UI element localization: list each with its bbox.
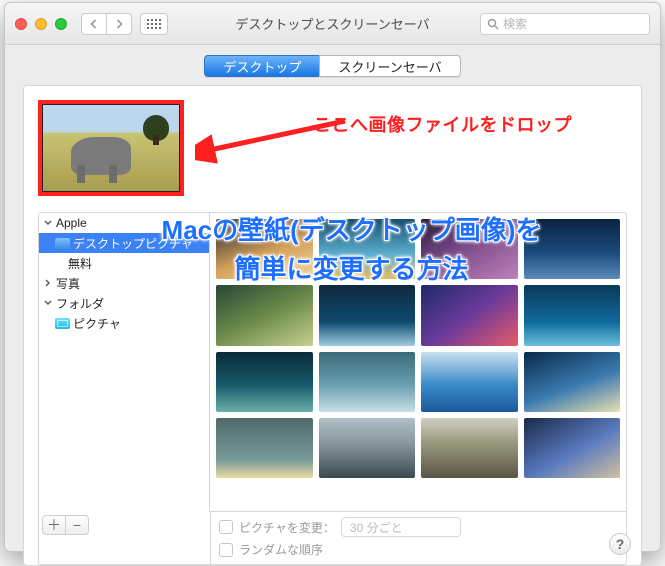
titlebar: デスクトップとスクリーンセーバ 検索 xyxy=(5,3,660,45)
minimize-button[interactable] xyxy=(35,18,47,30)
wallpaper-thumbnail[interactable] xyxy=(524,285,621,345)
random-order-label: ランダムな順序 xyxy=(239,541,323,558)
back-button[interactable] xyxy=(81,13,107,35)
disclosure-down-icon xyxy=(43,299,53,307)
grid-icon xyxy=(147,19,161,29)
wallpaper-thumbnail[interactable] xyxy=(319,285,416,345)
show-all-button[interactable] xyxy=(140,13,168,35)
tab-desktop[interactable]: デスクトップ xyxy=(204,55,320,77)
source-item-label: 無料 xyxy=(68,255,92,272)
current-wallpaper-name: 象 xyxy=(202,139,215,158)
wallpaper-thumbnail[interactable] xyxy=(421,352,518,412)
help-button[interactable]: ? xyxy=(609,533,631,555)
wallpaper-thumbnail[interactable] xyxy=(216,352,313,412)
content-panel: 象 Apple デスクトップピクチャ 無料 写真 xyxy=(23,85,642,566)
wallpaper-thumbnail[interactable] xyxy=(216,285,313,345)
source-item-desktop-pictures[interactable]: デスクトップピクチャ xyxy=(39,233,209,253)
disclosure-down-icon xyxy=(43,219,53,227)
close-button[interactable] xyxy=(15,18,27,30)
preview-dropzone[interactable] xyxy=(38,100,184,196)
zoom-button[interactable] xyxy=(55,18,67,30)
add-folder-button[interactable]: ＋ xyxy=(42,515,66,535)
source-group-folders[interactable]: フォルダ xyxy=(39,293,209,313)
random-order-checkbox[interactable] xyxy=(219,543,233,557)
current-wallpaper-preview xyxy=(43,105,179,191)
source-group-apple[interactable]: Apple xyxy=(39,213,209,233)
forward-button[interactable] xyxy=(106,13,132,35)
source-group-label: フォルダ xyxy=(56,295,104,312)
search-field[interactable]: 検索 xyxy=(480,13,650,35)
source-item-pictures-folder[interactable]: ピクチャ xyxy=(39,313,209,333)
source-item-solid-colors[interactable]: 無料 xyxy=(39,253,209,273)
preferences-window: デスクトップとスクリーンセーバ 検索 デスクトップ スクリーンセーバ 象 xyxy=(4,2,661,552)
wallpaper-thumbnail[interactable] xyxy=(524,352,621,412)
source-item-label: デスクトップピクチャ xyxy=(73,235,193,252)
wallpaper-thumbnail[interactable] xyxy=(319,352,416,412)
change-picture-checkbox[interactable] xyxy=(219,520,233,534)
source-group-label: Apple xyxy=(56,216,87,230)
wallpaper-thumbnail[interactable] xyxy=(524,219,621,279)
change-interval-select[interactable]: 30 分ごと xyxy=(341,517,461,537)
remove-folder-button[interactable]: − xyxy=(65,515,89,535)
folder-icon xyxy=(55,238,70,249)
tab-row: デスクトップ スクリーンセーバ xyxy=(5,45,660,85)
search-icon xyxy=(487,18,499,30)
wallpaper-thumbnail[interactable] xyxy=(421,219,518,279)
folder-icon xyxy=(55,318,70,329)
tab-screensaver[interactable]: スクリーンセーバ xyxy=(319,55,460,77)
wallpaper-thumbnail[interactable] xyxy=(524,418,621,478)
source-and-grid: Apple デスクトップピクチャ 無料 写真 フォルダ xyxy=(38,212,627,512)
change-picture-label: ピクチャを変更： xyxy=(239,519,335,536)
change-options: ピクチャを変更： 30 分ごと ランダムな順序 xyxy=(211,512,626,563)
nav-back-forward xyxy=(81,13,132,35)
source-group-photos[interactable]: 写真 xyxy=(39,273,209,293)
wallpaper-thumbnail[interactable] xyxy=(319,219,416,279)
annotation-drop-hint: ここへ画像ファイルをドロップ xyxy=(313,111,572,137)
source-list[interactable]: Apple デスクトップピクチャ 無料 写真 フォルダ xyxy=(38,212,210,512)
wallpaper-thumbnail[interactable] xyxy=(421,418,518,478)
source-add-remove: ＋ − xyxy=(39,512,211,564)
search-placeholder: 検索 xyxy=(503,15,527,32)
disclosure-right-icon xyxy=(43,279,53,287)
bottom-options-row: ＋ − ピクチャを変更： 30 分ごと ランダムな順序 xyxy=(38,511,627,565)
wallpaper-grid[interactable] xyxy=(210,212,627,512)
thumbnail-grid xyxy=(216,219,620,478)
wallpaper-thumbnail[interactable] xyxy=(216,418,313,478)
window-controls xyxy=(15,18,67,30)
source-item-label: ピクチャ xyxy=(73,315,121,332)
tab-segmented-control: デスクトップ スクリーンセーバ xyxy=(204,55,460,77)
wallpaper-thumbnail[interactable] xyxy=(216,219,313,279)
wallpaper-thumbnail[interactable] xyxy=(421,285,518,345)
source-group-label: 写真 xyxy=(56,275,80,292)
wallpaper-thumbnail[interactable] xyxy=(319,418,416,478)
